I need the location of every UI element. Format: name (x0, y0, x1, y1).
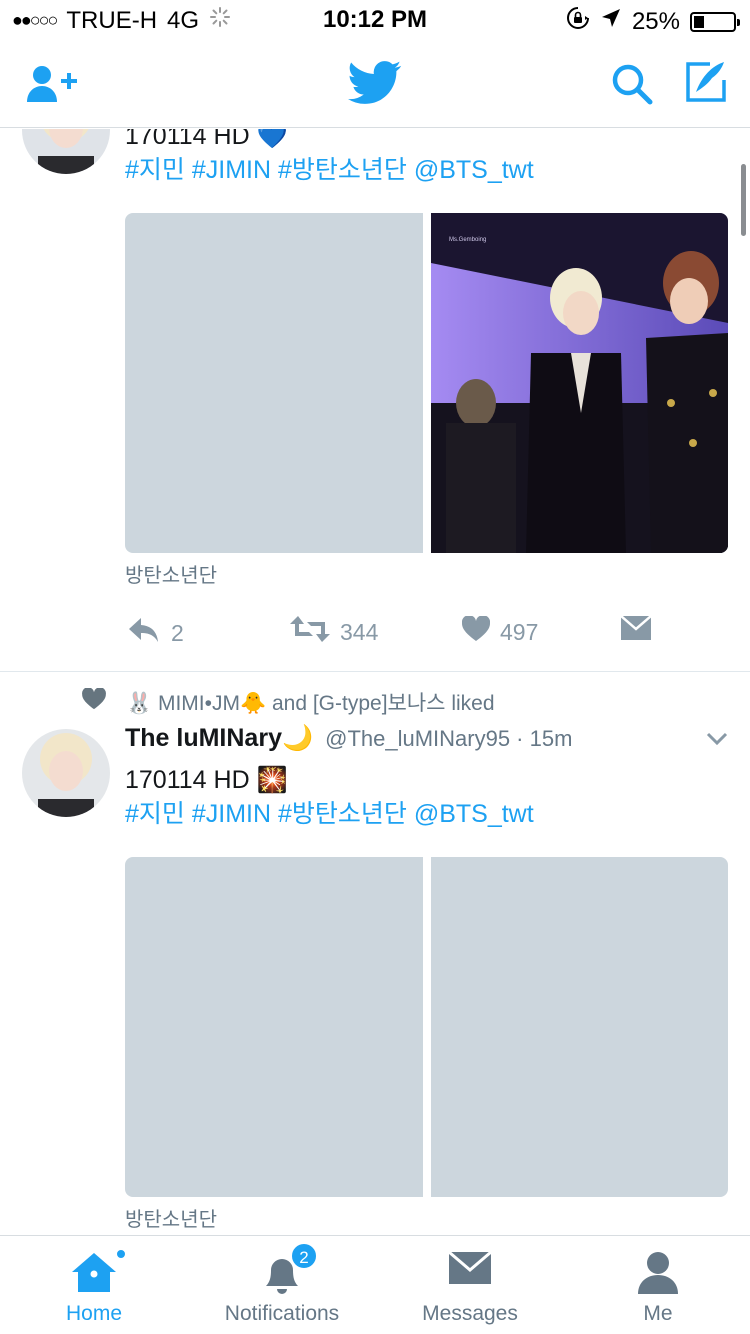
location-arrow-icon (600, 7, 622, 36)
tab-me-label: Me (643, 1302, 673, 1325)
media-photo-placeholder[interactable] (431, 857, 728, 1197)
avatar[interactable] (22, 729, 110, 817)
tab-notifications[interactable]: 2 Notifications (188, 1236, 376, 1334)
battery-level (694, 15, 704, 28)
like-count: 497 (500, 618, 539, 645)
direct-message-button[interactable] (620, 615, 652, 646)
add-user-icon[interactable] (26, 64, 78, 109)
tab-home[interactable]: Home (0, 1236, 188, 1334)
like-button[interactable]: 497 (461, 615, 539, 648)
tweet-media[interactable] (125, 857, 728, 1197)
media-photo-placeholder[interactable] (125, 857, 423, 1197)
retweet-icon (290, 616, 330, 648)
tab-me[interactable]: Me (564, 1236, 750, 1334)
home-new-indicator (115, 1248, 127, 1260)
heart-icon (461, 615, 491, 648)
author-handle[interactable]: @The_luMINary95 · 15m (325, 726, 572, 752)
media-photo[interactable]: Ms.Gemboing (431, 213, 728, 553)
envelope-icon (620, 615, 652, 646)
chevron-down-icon[interactable] (706, 732, 728, 751)
tweet-card[interactable]: 🐰 MIMI•JM🐥 and [G-type]보나스 liked The luM… (0, 672, 750, 1235)
tab-home-label: Home (65, 1302, 123, 1325)
avatar[interactable] (22, 129, 110, 174)
person-icon (637, 1250, 679, 1301)
tweet-text: 170114 HD 🎇 (125, 766, 288, 794)
search-icon[interactable] (610, 62, 654, 111)
status-right: 25% (566, 6, 740, 37)
tab-messages[interactable]: Messages (376, 1236, 564, 1334)
bottom-tab-bar: Home 2 Notifications Messages Me (0, 1235, 750, 1334)
social-context[interactable]: 🐰 MIMI•JM🐥 and [G-type]보나스 liked (82, 687, 495, 717)
envelope-icon (448, 1250, 492, 1289)
rotation-lock-icon (566, 6, 590, 37)
tweet-media[interactable]: Ms.Gemboing (125, 213, 728, 553)
tweet-actions: 2 344 497 (125, 615, 685, 656)
compose-icon[interactable] (684, 60, 728, 109)
timeline-scrollbar[interactable] (741, 164, 746, 236)
home-timeline[interactable]: 170114 HD 💙 #지민 #JIMIN #방탄소년단 @BTS_twt M… (0, 129, 750, 1235)
photo-watermark: Ms.Gemboing (449, 237, 486, 243)
tweet-card[interactable]: 170114 HD 💙 #지민 #JIMIN #방탄소년단 @BTS_twt M… (0, 129, 750, 671)
tweet-hashtags[interactable]: #지민 #JIMIN #방탄소년단 @BTS_twt (125, 797, 534, 831)
retweet-count: 344 (340, 618, 379, 645)
author-line[interactable]: The luMINary🌙 @The_luMINary95 · 15m (125, 724, 572, 753)
retweet-button[interactable]: 344 (290, 616, 378, 648)
social-context-text: 🐰 MIMI•JM🐥 and [G-type]보나스 liked (126, 692, 495, 715)
reply-icon (127, 616, 161, 650)
media-caption: 방탄소년단 (125, 565, 217, 587)
battery-percent: 25% (631, 7, 680, 35)
media-caption: 방탄소년단 (125, 1209, 217, 1231)
tab-notifications-label: Notifications (224, 1302, 340, 1325)
reply-button[interactable]: 2 (127, 616, 184, 650)
reply-count: 2 (171, 619, 184, 646)
twitter-bird-icon[interactable] (348, 60, 402, 111)
author-name[interactable]: The luMINary🌙 (125, 724, 313, 753)
media-photo-placeholder[interactable] (125, 213, 423, 553)
tab-messages-label: Messages (422, 1302, 518, 1325)
home-icon (70, 1250, 118, 1299)
status-bar: ●●○○○ TRUE-H 4G 10:12 PM 25% (0, 0, 750, 40)
notifications-badge: 2 (290, 1242, 318, 1270)
tweet-text: 170114 HD 💙 (125, 129, 288, 150)
heart-icon (82, 687, 106, 716)
battery-icon (690, 11, 740, 32)
top-nav-bar (0, 40, 750, 128)
tweet-hashtags[interactable]: #지민 #JIMIN #방탄소년단 @BTS_twt (125, 153, 534, 187)
